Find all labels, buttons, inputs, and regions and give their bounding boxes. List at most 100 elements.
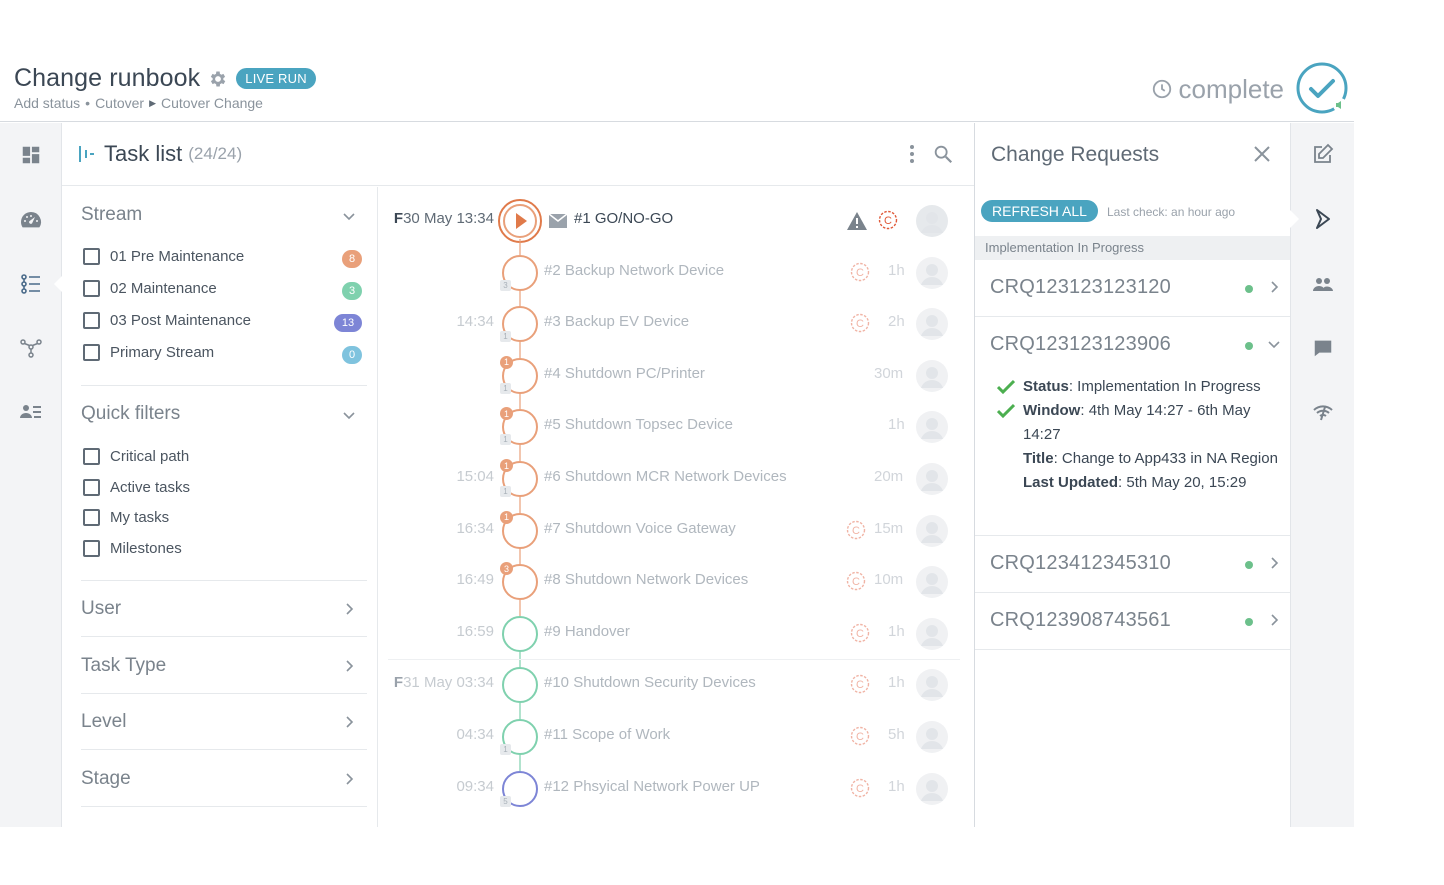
task-status-node[interactable] [502, 667, 538, 704]
avatar[interactable] [916, 359, 948, 392]
task-title[interactable]: #3 Backup EV Device [544, 313, 689, 330]
chevron-right-icon[interactable] [1267, 613, 1281, 627]
chevron-right-icon[interactable] [1267, 556, 1281, 570]
breadcrumb-add-status[interactable]: Add status [14, 95, 80, 111]
gear-icon[interactable] [208, 69, 228, 89]
user-placeholder-icon [921, 212, 943, 233]
change-request-item[interactable]: CRQ123908743561 [975, 593, 1291, 650]
task-start-time-text: 14:34 [456, 313, 494, 331]
dashboard-icon[interactable] [13, 137, 49, 173]
task-title[interactable]: #6 Shutdown MCR Network Devices [544, 468, 787, 485]
checkbox[interactable] [83, 448, 100, 465]
close-icon[interactable] [1253, 145, 1271, 163]
task-list-icon[interactable] [13, 266, 63, 302]
task-row[interactable]: 1 1 #5 Shutdown Topsec Device 1h [388, 393, 960, 453]
task-row[interactable]: F31 May 03:34 #10 Shutdown Security Devic… [388, 651, 960, 711]
chevron-right-icon[interactable] [1267, 280, 1281, 294]
avatar[interactable] [916, 411, 948, 444]
stage-filter-heading[interactable]: Stage [81, 768, 131, 790]
task-title[interactable]: #7 Shutdown Voice Gateway [544, 520, 736, 537]
task-row[interactable]: 15:04 1 1 #6 Shutdown MCR Network Devices 20… [388, 445, 960, 505]
chevron-right-icon[interactable] [342, 715, 356, 729]
change-request-item[interactable]: CRQ123123123120 [975, 260, 1291, 317]
change-request-item[interactable]: CRQ123412345310 [975, 536, 1291, 593]
task-title[interactable]: #8 Shutdown Network Devices [544, 571, 748, 588]
change-request-logo-icon[interactable] [1290, 204, 1338, 234]
people-icon[interactable] [1308, 269, 1338, 299]
avatar[interactable] [916, 617, 948, 650]
avatar[interactable] [916, 205, 948, 237]
task-title[interactable]: #12 Phsyical Network Power UP [544, 778, 760, 795]
level-filter-heading[interactable]: Level [81, 711, 126, 733]
complete-check-icon[interactable] [1296, 62, 1350, 116]
task-row[interactable]: 3 #2 Backup Network Device C 1h [388, 238, 960, 299]
speedometer-icon[interactable] [13, 202, 49, 238]
task-title[interactable]: #5 Shutdown Topsec Device [544, 416, 733, 433]
branch-icon[interactable] [13, 330, 49, 366]
chevron-right-icon[interactable] [342, 772, 356, 786]
task-row[interactable]: 16:34 1 #7 Shutdown Voice Gateway C 15m [388, 496, 960, 557]
task-title[interactable]: #1 GO/NO-GO [574, 210, 673, 227]
avatar[interactable] [916, 308, 948, 341]
task-row[interactable]: 1 1 #4 Shutdown PC/Printer 30m [388, 341, 960, 402]
user-placeholder-icon [921, 521, 943, 543]
quick-filters-heading[interactable]: Quick filters [81, 403, 180, 425]
play-node-icon[interactable] [497, 198, 543, 244]
avatar[interactable] [916, 566, 948, 599]
stream-option[interactable]: 03 Post Maintenance [83, 312, 251, 329]
wifi-off-icon[interactable] [1308, 397, 1338, 427]
quick-filter-option[interactable]: My tasks [83, 509, 169, 526]
chevron-down-icon[interactable] [342, 408, 356, 422]
avatar[interactable] [916, 463, 948, 495]
quick-filter-option[interactable]: Critical path [83, 448, 189, 465]
task-row[interactable]: F30 May 13:34 #1 GO/NO-GO C [388, 195, 960, 247]
checkbox[interactable] [83, 248, 100, 265]
task-row[interactable]: 14:34 1 #3 Backup EV Device C 2h [388, 290, 960, 350]
task-type-filter-heading[interactable]: Task Type [81, 655, 166, 677]
avatar[interactable] [916, 721, 948, 753]
people-list-icon[interactable] [13, 394, 49, 430]
checkbox[interactable] [83, 280, 100, 297]
stream-count-badge: 13 [334, 314, 362, 332]
stream-filter-heading[interactable]: Stream [81, 204, 142, 226]
edit-icon[interactable] [1308, 139, 1338, 169]
stream-option[interactable]: 02 Maintenance [83, 280, 217, 297]
avatar[interactable] [916, 256, 948, 289]
checkbox[interactable] [83, 344, 100, 361]
more-vert-icon[interactable] [908, 143, 916, 165]
refresh-all-button[interactable]: REFRESH ALL [981, 200, 1098, 222]
quick-filter-option[interactable]: Active tasks [83, 479, 190, 496]
chevron-down-icon[interactable] [1267, 337, 1281, 351]
checkbox[interactable] [83, 540, 100, 557]
task-title[interactable]: #4 Shutdown PC/Printer [544, 365, 705, 382]
avatar[interactable] [916, 772, 948, 805]
task-row[interactable]: 16:49 3 #8 Shutdown Network Devices C 10m [388, 548, 960, 608]
quick-filter-option[interactable]: Milestones [83, 540, 182, 557]
stream-count-badge: 3 [342, 282, 362, 300]
chat-icon[interactable] [1308, 333, 1338, 363]
breadcrumb-cutover-change[interactable]: Cutover Change [161, 95, 263, 111]
checkbox[interactable] [83, 509, 100, 526]
chevron-right-icon[interactable] [342, 602, 356, 616]
checkbox[interactable] [83, 312, 100, 329]
chevron-down-icon[interactable] [342, 209, 356, 223]
breadcrumb-cutover[interactable]: Cutover [95, 95, 144, 111]
avatar[interactable] [916, 669, 948, 702]
stream-option[interactable]: Primary Stream [83, 344, 214, 361]
task-title[interactable]: #10 Shutdown Security Devices [544, 674, 756, 691]
task-title[interactable]: #2 Backup Network Device [544, 262, 724, 279]
checkbox[interactable] [83, 479, 100, 496]
task-status-node[interactable] [502, 615, 538, 652]
change-request-item-expanded[interactable]: CRQ123123123906 Status: Implementation I… [975, 317, 1291, 536]
task-row[interactable]: 09:34 5 #12 Phsyical Network Power UP C 1h [388, 754, 960, 815]
task-row[interactable]: 16:59 #9 Handover C 1h [388, 599, 960, 660]
chevron-right-icon[interactable] [342, 659, 356, 673]
user-placeholder-icon [921, 728, 943, 749]
user-filter-heading[interactable]: User [81, 598, 121, 620]
avatar[interactable] [916, 514, 948, 547]
stream-option[interactable]: 01 Pre Maintenance [83, 248, 244, 265]
task-title[interactable]: #11 Scope of Work [544, 726, 670, 743]
task-title[interactable]: #9 Handover [544, 623, 630, 640]
search-icon[interactable] [932, 143, 954, 165]
task-row[interactable]: 04:34 1 #11 Scope of Work C 5h [388, 703, 960, 763]
